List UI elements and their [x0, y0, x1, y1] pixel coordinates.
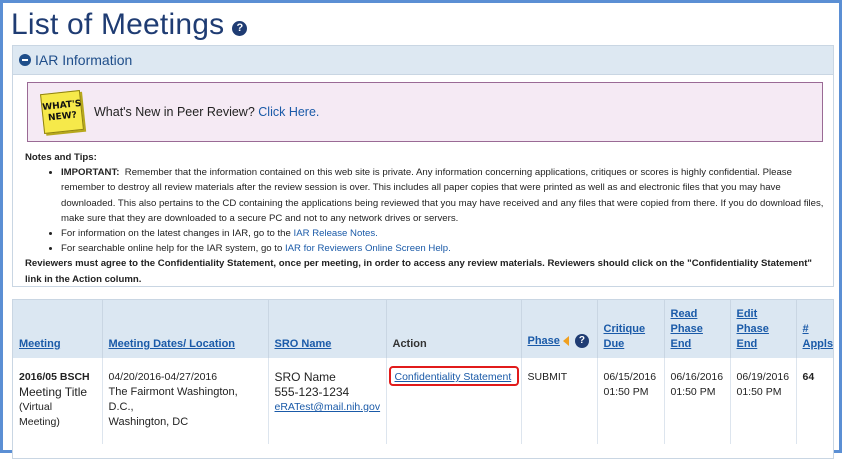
col-header-dates[interactable]: Meeting Dates/ Location [102, 300, 269, 358]
whats-new-link[interactable]: Click Here. [258, 105, 319, 119]
note-online-help: For searchable online help for the IAR s… [61, 241, 825, 256]
important-text: Remember that the information contained … [61, 167, 824, 224]
meeting-type: (Virtual Meeting) [19, 401, 60, 428]
cell-edit-phase-end: 06/19/2016 01:50 PM [730, 358, 797, 444]
important-label: IMPORTANT: [61, 167, 120, 179]
table-header-row: Meeting Meeting Dates/ Location SRO Name… [13, 300, 833, 358]
cell-read-phase-end: 06/16/2016 01:50 PM [664, 358, 731, 444]
col-header-critique-due[interactable]: Critique Due [597, 300, 665, 358]
online-help-link[interactable]: IAR for Reviewers Online Screen Help. [285, 243, 451, 254]
notes-and-tips: Notes and Tips: IMPORTANT: Remember that… [25, 150, 825, 287]
cell-sro: SRO Name 555-123-1234 eRATest@mail.nih.g… [268, 358, 387, 444]
col-header-edit-phase-end[interactable]: Edit Phase End [730, 300, 797, 358]
cell-phase: SUBMIT [521, 358, 598, 444]
meeting-title: Meeting Title [19, 385, 88, 399]
page-title: List of Meetings [11, 8, 225, 41]
phase-help-icon[interactable]: ? [574, 334, 589, 349]
sro-phone: 555-123-1234 [274, 385, 350, 399]
col-header-action: Action [386, 300, 522, 358]
cell-action: Confidentiality Statement [386, 358, 522, 444]
cell-meeting: 2016/05 BSCH Meeting Title (Virtual Meet… [13, 358, 103, 444]
cell-dates: 04/20/2016-04/27/2016 The Fairmont Washi… [102, 358, 269, 444]
meeting-code: 2016/05 BSCH [19, 371, 90, 383]
col-header-phase[interactable]: Phase? [521, 300, 598, 358]
cell-appls: 64 [802, 371, 815, 383]
meeting-location-1: The Fairmont Washington, D.C., [108, 386, 238, 413]
whats-new-label: What's New in Peer Review? [94, 105, 255, 119]
notes-heading: Notes and Tips: [25, 152, 97, 163]
meetings-table: Meeting Meeting Dates/ Location SRO Name… [13, 300, 833, 444]
table-row: 2016/05 BSCH Meeting Title (Virtual Meet… [13, 358, 833, 444]
confidentiality-notice: Reviewers must agree to the Confidential… [25, 258, 812, 285]
col-header-meeting[interactable]: Meeting [13, 300, 103, 358]
iar-panel-header[interactable]: IAR Information [13, 46, 833, 75]
notes-list: IMPORTANT: Remember that the information… [25, 165, 825, 256]
col-header-appls[interactable]: # Appls [796, 300, 834, 358]
note-important: IMPORTANT: Remember that the information… [61, 165, 825, 226]
iar-information-panel: IAR Information WHAT'S NEW? What's New i… [12, 45, 834, 287]
meeting-location-2: Washington, DC [108, 416, 189, 428]
col-header-sro[interactable]: SRO Name [268, 300, 387, 358]
highlight-box [388, 366, 519, 386]
release-notes-link[interactable]: IAR Release Notes. [294, 228, 378, 239]
col-header-read-phase-end[interactable]: Read Phase End [664, 300, 731, 358]
sort-arrow-icon [562, 336, 569, 347]
sro-name: SRO Name [274, 370, 336, 384]
whats-new-text: What's New in Peer Review? Click Here. [94, 105, 319, 119]
whats-new-box: WHAT'S NEW? What's New in Peer Review? C… [27, 82, 823, 142]
meetings-table-panel: Meeting Meeting Dates/ Location SRO Name… [12, 299, 834, 459]
whats-new-sticky-icon: WHAT'S NEW? [40, 90, 84, 134]
sro-email-link[interactable]: eRATest@mail.nih.gov [275, 400, 381, 415]
help-text: For searchable online help for the IAR s… [61, 243, 283, 255]
collapse-icon[interactable] [19, 54, 31, 66]
meeting-dates: 04/20/2016-04/27/2016 [108, 371, 218, 383]
title-row: List of Meetings ? [11, 5, 248, 45]
iar-panel-title: IAR Information [35, 52, 133, 68]
note-release-notes: For information on the latest changes in… [61, 226, 825, 241]
info-text: For information on the latest changes in… [61, 228, 291, 240]
cell-critique-due: 06/15/2016 01:50 PM [597, 358, 665, 444]
help-icon[interactable]: ? [232, 20, 248, 36]
